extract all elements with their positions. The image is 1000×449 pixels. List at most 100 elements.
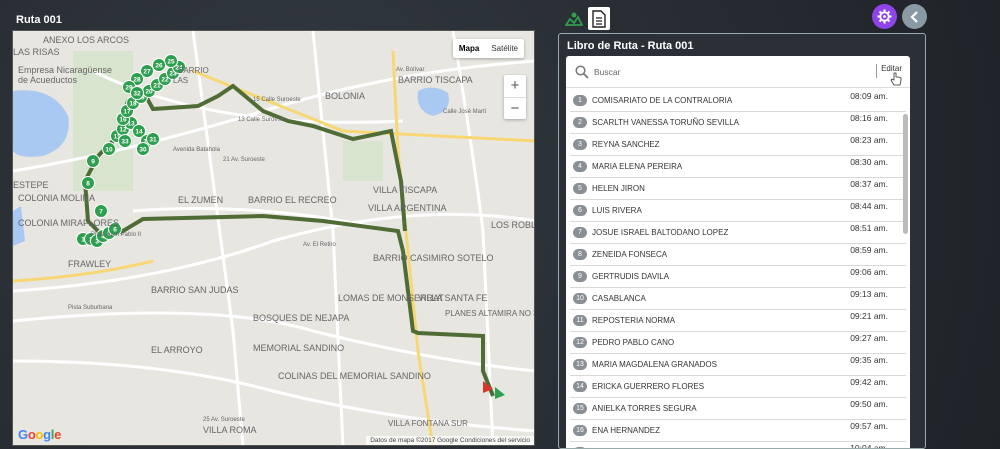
marker-number: 25	[167, 59, 175, 66]
stop-marker[interactable]: 10	[102, 142, 116, 156]
stop-name: REPOSTERIA NORMA	[592, 316, 676, 325]
map-type-control[interactable]: Mapa Satélite	[452, 39, 524, 58]
stop-row[interactable]: 8 ZENEIDA FONSECA 08:59 am.	[570, 244, 906, 266]
stop-marker[interactable]: 7	[94, 204, 108, 218]
stop-time: 08:23 am.	[850, 135, 888, 145]
tab-document[interactable]	[588, 7, 610, 30]
stop-name: ANIELKA TORRES SEGURA	[592, 404, 697, 413]
map-label: LAS	[173, 76, 188, 85]
stop-row[interactable]: 10 CASABLANCA 09:13 am.	[570, 288, 906, 310]
stop-row[interactable]: 16 ENA HERNANDEZ 09:57 am.	[570, 420, 906, 442]
map-label: BARRIO CASIMIRO SOTELO	[373, 253, 494, 263]
stop-row[interactable]: 2 SCARLTH VANESSA TORUÑO SEVILLA 08:16 am.	[570, 112, 906, 134]
stop-marker[interactable]: 8	[81, 176, 95, 190]
stop-name: GERTRUDIS DAVILA	[592, 272, 670, 281]
stop-name: CASABLANCA	[592, 294, 646, 303]
tab-map[interactable]	[563, 7, 585, 30]
stop-row[interactable]: 5 HELEN JIRON 08:37 am.	[570, 178, 906, 200]
stop-row[interactable]: 11 REPOSTERIA NORMA 09:21 am.	[570, 310, 906, 332]
map-label: Pista Suburbana	[68, 305, 113, 311]
map-label: VILLA TISCAPA	[373, 185, 437, 195]
stop-number-badge: 2	[573, 117, 587, 128]
lake-shape	[13, 90, 69, 157]
stop-marker[interactable]: 33	[118, 134, 132, 148]
stop-time: 08:37 am.	[850, 179, 888, 189]
stop-time: 08:44 am.	[850, 201, 888, 211]
stop-number-badge: 3	[573, 139, 587, 150]
stop-row[interactable]: 9 GERTRUDIS DAVILA 09:06 am.	[570, 266, 906, 288]
map-label: MEMORIAL SANDINO	[253, 343, 344, 353]
map-canvas[interactable]: 1234567891011121314151617181920212223242…	[13, 31, 535, 446]
stop-time: 09:21 am.	[850, 311, 888, 321]
map-label: 13 Calle Suroeste	[238, 117, 286, 123]
stop-row[interactable]: 13 MARIA MAGDALENA GRANADOS 09:35 am.	[570, 354, 906, 376]
stop-row[interactable]: 7 JOSUE ISRAEL BALTODANO LOPEZ 08:51 am.	[570, 222, 906, 244]
stop-row[interactable]: 6 LUIS RIVERA 08:44 am.	[570, 200, 906, 222]
marker-number: 32	[133, 91, 141, 98]
route-book-panel: Libro de Ruta - Ruta 001 Editar 1 COMISAR…	[558, 33, 926, 449]
stop-time: 09:27 am.	[850, 333, 888, 343]
chevron-left-icon	[909, 10, 918, 23]
google-logo: Google	[18, 427, 62, 442]
stop-name: SCARLTH VANESSA TORUÑO SEVILLA	[592, 118, 740, 127]
stop-row[interactable]: 12 PEDRO PABLO CANO 09:27 am.	[570, 332, 906, 354]
stop-marker[interactable]: 31	[146, 132, 160, 146]
map-label: LOMAS DE MONSERRAT	[338, 293, 444, 303]
stop-row[interactable]: 3 REYNA SANCHEZ 08:23 am.	[570, 134, 906, 156]
stop-marker[interactable]: 25	[164, 54, 178, 68]
stop-marker[interactable]: 9	[86, 154, 100, 168]
stop-row[interactable]: 4 MARIA ELENA PEREIRA 08:30 am.	[570, 156, 906, 178]
stop-name: PEDRO PABLO CANO	[592, 338, 675, 347]
stop-number-badge: 6	[573, 205, 587, 216]
document-icon	[592, 9, 606, 28]
map-type-map[interactable]: Mapa	[453, 39, 485, 58]
map-label: Av. El Retiro	[303, 242, 336, 248]
stop-row[interactable]: 17WILLIAM ROBLETO10:04 am.	[570, 442, 906, 448]
stop-time: 08:30 am.	[850, 157, 888, 167]
marker-number: 31	[149, 137, 157, 144]
stop-name: MARIA ELENA PEREIRA	[592, 162, 683, 171]
map-label: BARRIO TISCAPA	[398, 75, 473, 85]
stop-name: REYNA SANCHEZ	[592, 140, 660, 149]
stop-marker[interactable]: 32	[130, 86, 144, 100]
stop-marker[interactable]: 26	[152, 58, 166, 72]
stop-number-badge: 12	[573, 337, 587, 348]
map-label: EL ZUMEN	[178, 195, 223, 205]
panel-title: Libro de Ruta - Ruta 001	[567, 40, 694, 52]
stop-time: 08:16 am.	[850, 113, 888, 123]
stop-row[interactable]: 1 COMISARIATO DE LA CONTRALORIA 08:09 am.	[570, 90, 906, 112]
stop-marker[interactable]: 30	[136, 142, 150, 156]
marker-number: 27	[143, 69, 151, 76]
back-button[interactable]	[902, 4, 927, 29]
map-type-satellite[interactable]: Satélite	[485, 39, 524, 58]
stop-row[interactable]: 15 ANIELKA TORRES SEGURA 09:50 am.	[570, 398, 906, 420]
stop-time: 09:50 am.	[850, 399, 888, 409]
zoom-control[interactable]: + −	[504, 75, 526, 119]
map-label: de Acueductos	[18, 75, 78, 85]
stops-list[interactable]: Editar 1 COMISARIATO DE LA CONTRALORIA 08:…	[566, 56, 910, 448]
zoom-out-button[interactable]: −	[504, 97, 526, 119]
map-label: EL ARROYO	[151, 345, 203, 355]
map-label: COLINAS DEL MEMORIAL SANDINO	[278, 371, 431, 381]
settings-button[interactable]	[872, 4, 897, 29]
map-attribution[interactable]: Datos de mapa ©2017 Google Condiciones d…	[366, 436, 534, 445]
view-tabs	[563, 7, 610, 30]
map-label: COLONIA MOLINA	[18, 193, 95, 203]
stops-rows: 1 COMISARIATO DE LA CONTRALORIA 08:09 am. 2…	[566, 88, 910, 448]
zoom-in-button[interactable]: +	[504, 75, 526, 97]
map-label: 15 Calle Suroeste	[253, 97, 301, 103]
search-input[interactable]	[594, 61, 864, 82]
marker-number: 10	[105, 147, 113, 154]
map-label: BARRIO EL RECREO	[248, 195, 337, 205]
stop-name: JOSUE ISRAEL BALTODANO LOPEZ	[592, 228, 729, 237]
map-label: 21 Av. Suroeste	[223, 157, 265, 163]
stop-number-badge: 14	[573, 381, 587, 392]
map-label: Calle José Martí	[443, 109, 487, 115]
route-map[interactable]: 1234567891011121314151617181920212223242…	[12, 30, 535, 446]
stop-row[interactable]: 14 ERICKA GUERRERO FLORES 09:42 am.	[570, 376, 906, 398]
stop-name: MARIA MAGDALENA GRANADOS	[592, 360, 717, 369]
map-label: COLONIA MIRAFLORES	[18, 218, 119, 228]
stop-time: 09:35 am.	[850, 355, 888, 365]
scrollbar[interactable]	[903, 114, 908, 234]
park-area	[343, 141, 383, 181]
